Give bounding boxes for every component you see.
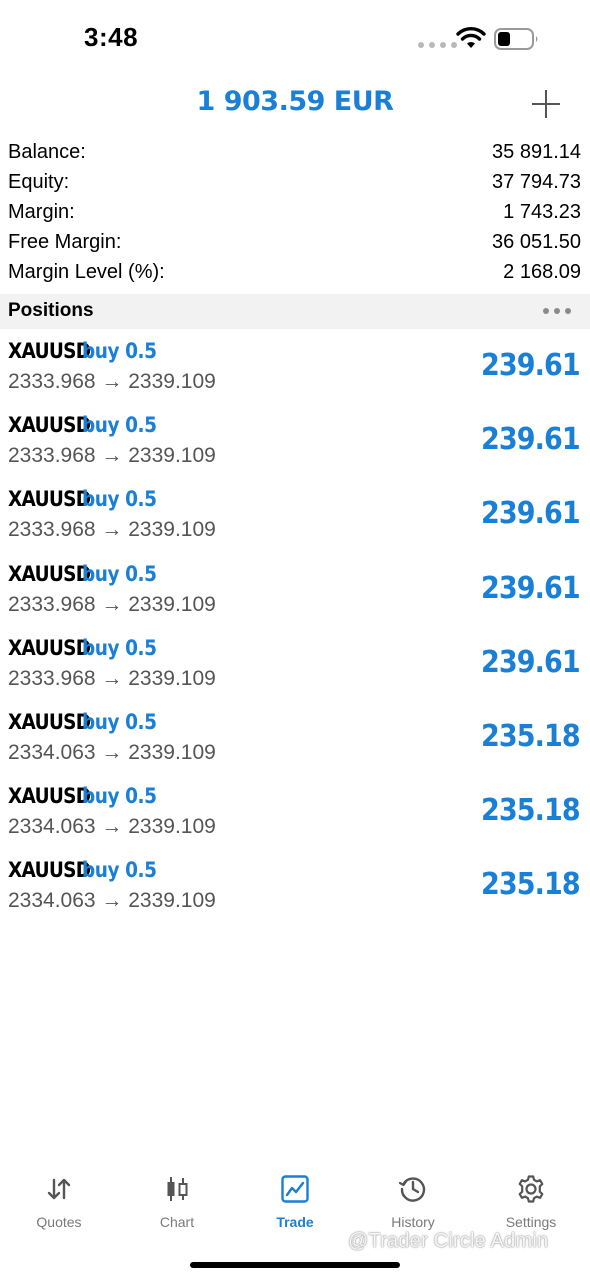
status-time: 3:48 [84,22,139,52]
position-symbol: XAUUSD [8,635,91,660]
position-side: buy 0.5 [82,709,157,734]
position-symbol: XAUUSD [8,858,91,883]
tab-label: Settings [505,1214,557,1230]
wifi-icon [456,27,486,48]
position-prices: 2334.063 → 2339.109 [8,889,216,913]
summary-label: Margin: [8,201,75,223]
position-profit: 235.18 [481,867,581,903]
position-prices: 2333.968 → 2339.109 [8,444,216,468]
position-prices: 2333.968 → 2339.109 [8,592,216,616]
position-profit: 239.61 [481,348,581,383]
position-profit: 239.61 [481,496,581,532]
trade-header: 1 903.59 EUR [0,80,590,128]
position-symbol: XAUUSD [8,339,91,363]
watermark: @Trader Circle Admin [348,1230,549,1252]
tab-chart[interactable]: Chart [118,1168,236,1238]
position-row[interactable]: XAUUSD buy 0.5 2334.063 → 2339.109 235.1… [0,779,590,853]
tab-history[interactable]: History [354,1168,472,1238]
tab-label: Trade [276,1214,314,1230]
position-symbol: XAUUSD [8,709,91,734]
position-profit: 235.18 [481,718,581,754]
summary-value: 36 051.50 [492,231,581,253]
position-side: buy 0.5 [82,784,157,809]
tab-label: History [391,1214,435,1230]
position-symbol: XAUUSD [8,413,91,438]
position-row[interactable]: XAUUSD buy 0.5 2333.968 → 2339.109 239.6… [0,557,590,631]
summary-row-balance: Balance: 35 891.14 [0,138,590,168]
position-row[interactable]: XAUUSD buy 0.5 2333.968 → 2339.109 239.6… [0,482,590,556]
summary-value: 37 794.73 [492,171,581,193]
position-side: buy 0.5 [82,635,157,660]
position-symbol: XAUUSD [8,487,91,512]
cellular-signal-icon [418,42,457,48]
position-profit: 235.18 [481,793,581,829]
account-summary: Balance: 35 891.14 Equity: 37 794.73 Mar… [0,138,590,288]
position-prices: 2334.063 → 2339.109 [8,815,216,839]
position-row[interactable]: XAUUSD buy 0.5 2333.968 → 2339.109 239.6… [0,408,590,482]
position-prices: 2333.968 → 2339.109 [8,666,216,690]
summary-row-equity: Equity: 37 794.73 [0,168,590,198]
summary-row-free-margin: Free Margin: 36 051.50 [0,228,590,258]
position-profit: 239.61 [481,570,581,606]
position-symbol: XAUUSD [8,784,91,809]
position-row[interactable]: XAUUSD buy 0.5 2333.968 → 2339.109 239.6… [0,631,590,705]
summary-row-margin: Margin: 1 743.23 [0,198,590,228]
position-side: buy 0.5 [82,561,157,586]
trade-screen: 3:48 1 903.59 EUR Balance: 35 891.14 Equ… [0,0,590,1280]
trade-chart-icon [281,1175,309,1203]
summary-label: Balance: [8,141,86,163]
position-prices: 2333.968 → 2339.109 [8,370,216,393]
position-side: buy 0.5 [82,339,157,363]
summary-value: 1 743.23 [503,201,581,223]
positions-section-header: Positions [0,294,590,329]
candlestick-icon [167,1177,188,1201]
tab-label: Quotes [36,1214,82,1230]
tab-settings[interactable]: Settings [472,1168,590,1238]
status-bar: 3:48 [0,0,590,80]
position-prices: 2334.063 → 2339.109 [8,740,216,764]
position-symbol: XAUUSD [8,561,91,586]
tab-trade[interactable]: Trade [236,1168,354,1238]
position-profit: 239.61 [481,644,581,680]
bottom-tab-bar: Quotes Chart Trade History Settings [0,1168,590,1238]
position-side: buy 0.5 [82,413,157,438]
tab-quotes[interactable]: Quotes [0,1168,118,1238]
positions-list: XAUUSD buy 0.5 2333.968 → 2339.109 239.6… [0,334,590,928]
position-side: buy 0.5 [82,487,157,512]
summary-label: Margin Level (%): [8,261,165,283]
position-side: buy 0.5 [82,858,157,883]
battery-icon [494,28,538,50]
tab-label: Chart [159,1214,195,1230]
position-row[interactable]: XAUUSD buy 0.5 2334.063 → 2339.109 235.1… [0,853,590,927]
position-row[interactable]: XAUUSD buy 0.5 2334.063 → 2339.109 235.1… [0,705,590,779]
position-prices: 2333.968 → 2339.109 [8,518,216,542]
summary-label: Free Margin: [8,231,122,253]
equity-profit-title: 1 903.59 EUR [196,86,394,117]
position-row[interactable]: XAUUSD buy 0.5 2333.968 → 2339.109 239.6… [0,334,590,408]
plus-icon[interactable] [530,88,562,120]
position-profit: 239.61 [481,422,581,458]
more-options-icon[interactable] [543,308,571,314]
sort-arrows-icon [47,1178,71,1200]
positions-title: Positions [8,300,94,321]
home-indicator [190,1262,400,1268]
summary-value: 2 168.09 [503,261,581,283]
summary-label: Equity: [8,171,70,193]
history-clock-icon [398,1177,426,1202]
summary-value: 35 891.14 [492,141,581,163]
gear-icon [518,1175,544,1203]
summary-row-margin-level: Margin Level (%): 2 168.09 [0,258,590,288]
